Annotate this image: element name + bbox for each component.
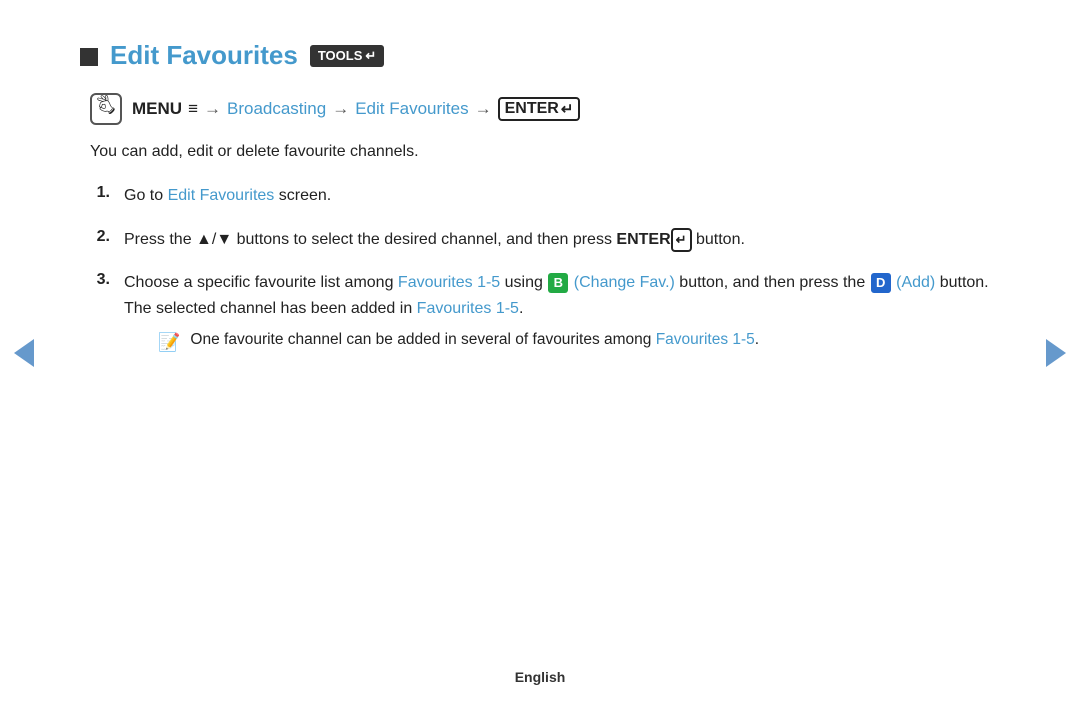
step-2-enter-text: ENTER [616,231,670,248]
page-title: Edit Favourites [110,40,298,71]
title-row: Edit Favourites TOOLS↵ [80,40,1000,71]
step-3-add: (Add) [896,274,935,291]
step-1-content: Go to Edit Favourites screen. [124,183,331,209]
note-row: 📝 One favourite channel can be added in … [158,328,1000,357]
step-3-favs-1: Favourites 1-5 [398,274,500,291]
tools-icon: ↵ [365,48,376,64]
footer: English [0,669,1080,685]
breadcrumb-arrow-3: → [475,99,492,119]
title-square-icon [80,48,98,66]
menu-lines-icon: ≡ [188,99,198,119]
step-3-content: Choose a specific favourite list among F… [124,270,1000,356]
note-favs-link: Favourites 1-5 [656,331,755,348]
enter-badge: ENTER↵ [498,97,581,121]
blue-d-badge: D [871,273,891,293]
step-2-enter-badge: ↵ [671,228,692,253]
nav-arrow-left[interactable] [10,339,38,367]
steps-container: 1. Go to Edit Favourites screen. 2. Pres… [80,183,1000,356]
tools-badge: TOOLS↵ [310,45,384,67]
menu-hand-icon: 🖏 [96,94,115,124]
breadcrumb: 🖏 MENU ≡ → Broadcasting → Edit Favourite… [80,93,1000,125]
step-3-change-fav: (Change Fav.) [574,274,675,291]
description-text: You can add, edit or delete favourite ch… [80,143,1000,161]
step-3-favs-2: Favourites 1-5 [417,300,519,317]
tools-label: TOOLS [318,48,363,63]
step-2-number: 2. [90,228,110,246]
green-b-badge: B [548,273,568,293]
breadcrumb-link-broadcasting: Broadcasting [227,99,326,119]
breadcrumb-menu: MENU [132,99,182,119]
step-3: 3. Choose a specific favourite list amon… [90,270,1000,356]
step-1-number: 1. [90,184,110,202]
menu-icon-box: 🖏 [90,93,122,125]
note-icon: 📝 [158,328,180,357]
enter-label: ENTER [505,100,559,118]
note-content: One favourite channel can be added in se… [190,328,759,353]
breadcrumb-link-editfavourites: Edit Favourites [355,99,468,119]
breadcrumb-arrow-1: → [204,99,221,119]
step-3-number: 3. [90,271,110,289]
enter-return-icon: ↵ [561,100,574,118]
nav-arrow-right[interactable] [1042,339,1070,367]
step-2: 2. Press the ▲/▼ buttons to select the d… [90,227,1000,253]
step-1: 1. Go to Edit Favourites screen. [90,183,1000,209]
footer-text: English [515,669,566,685]
step-1-link-editfav: Edit Favourites [168,187,275,204]
breadcrumb-arrow-2: → [332,99,349,119]
step-2-content: Press the ▲/▼ buttons to select the desi… [124,227,745,253]
page-container: Edit Favourites TOOLS↵ 🖏 MENU ≡ → Broadc… [0,0,1080,705]
